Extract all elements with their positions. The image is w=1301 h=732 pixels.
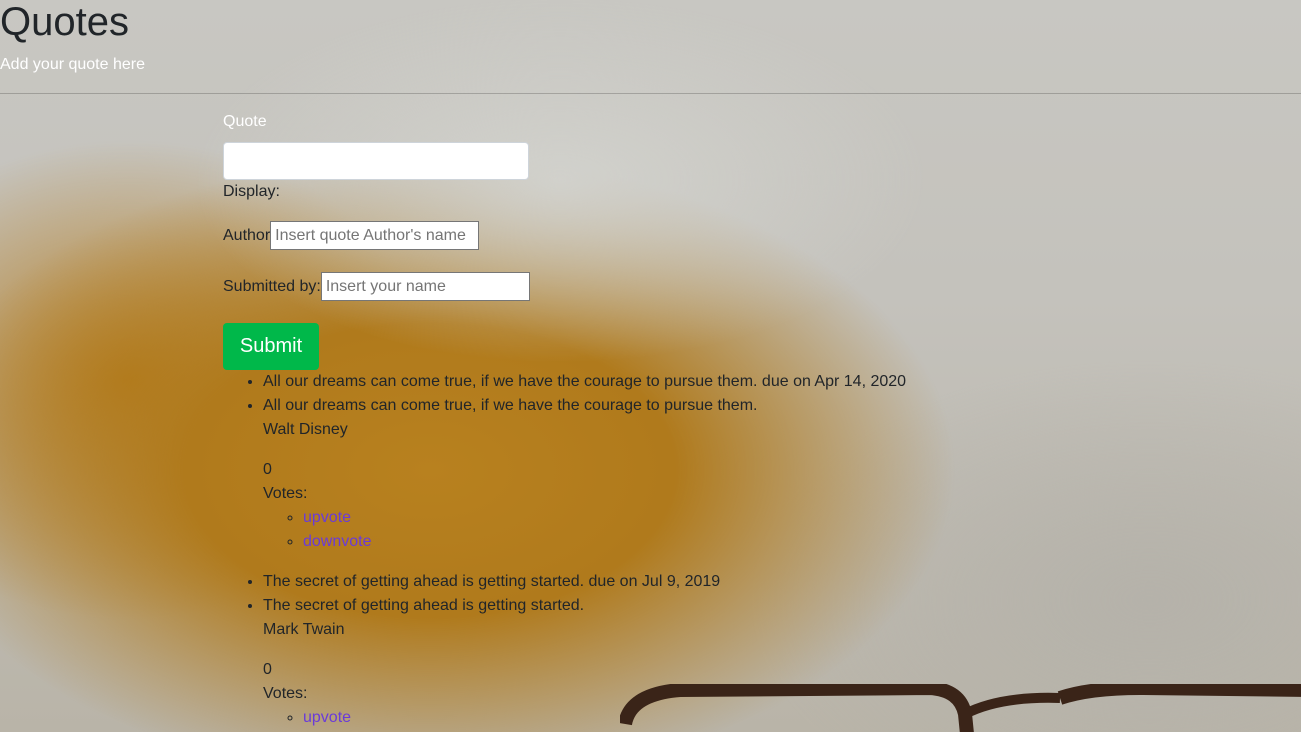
quote-label: Quote (223, 113, 267, 130)
page-title: Quotes (0, 0, 129, 44)
votes-label: Votes: (263, 685, 308, 702)
display-label: Display: (223, 183, 280, 200)
submit-button[interactable]: Submit (223, 323, 319, 370)
vote-links: upvote downvote (263, 506, 906, 554)
vote-count: 0 (263, 661, 272, 678)
quote-list: All our dreams can come true, if we have… (223, 370, 906, 730)
quote-due-item: The secret of getting ahead is getting s… (263, 570, 906, 594)
quote-due-item: All our dreams can come true, if we have… (263, 370, 906, 394)
upvote-item: upvote (303, 706, 906, 730)
submitter-label: Submitted by: (223, 277, 321, 295)
quote-author: Walt Disney (263, 421, 348, 438)
votes-label: Votes: (263, 485, 308, 502)
quote-item: The secret of getting ahead is getting s… (263, 594, 906, 730)
quote-input[interactable] (223, 142, 529, 180)
downvote-item: downvote (303, 530, 906, 554)
author-row: Author (223, 221, 480, 250)
upvote-link[interactable]: upvote (303, 509, 351, 526)
submitter-row: Submitted by: (223, 272, 530, 301)
vote-count: 0 (263, 461, 272, 478)
downvote-link[interactable]: downvote (303, 533, 372, 550)
quote-item: All our dreams can come true, if we have… (263, 394, 906, 554)
upvote-item: upvote (303, 506, 906, 530)
quote-author: Mark Twain (263, 621, 345, 638)
vote-links: upvote (263, 706, 906, 730)
page-subtitle: Add your quote here (0, 56, 145, 73)
quote-text: All our dreams can come true, if we have… (263, 397, 758, 414)
submitter-input[interactable] (320, 272, 530, 301)
page-header: Quotes Add your quote here (0, 0, 1301, 94)
quote-text: The secret of getting ahead is getting s… (263, 597, 585, 614)
upvote-link[interactable]: upvote (303, 709, 351, 726)
list-spacer (263, 554, 906, 570)
author-label: Author (223, 226, 271, 244)
author-input[interactable] (270, 221, 480, 250)
